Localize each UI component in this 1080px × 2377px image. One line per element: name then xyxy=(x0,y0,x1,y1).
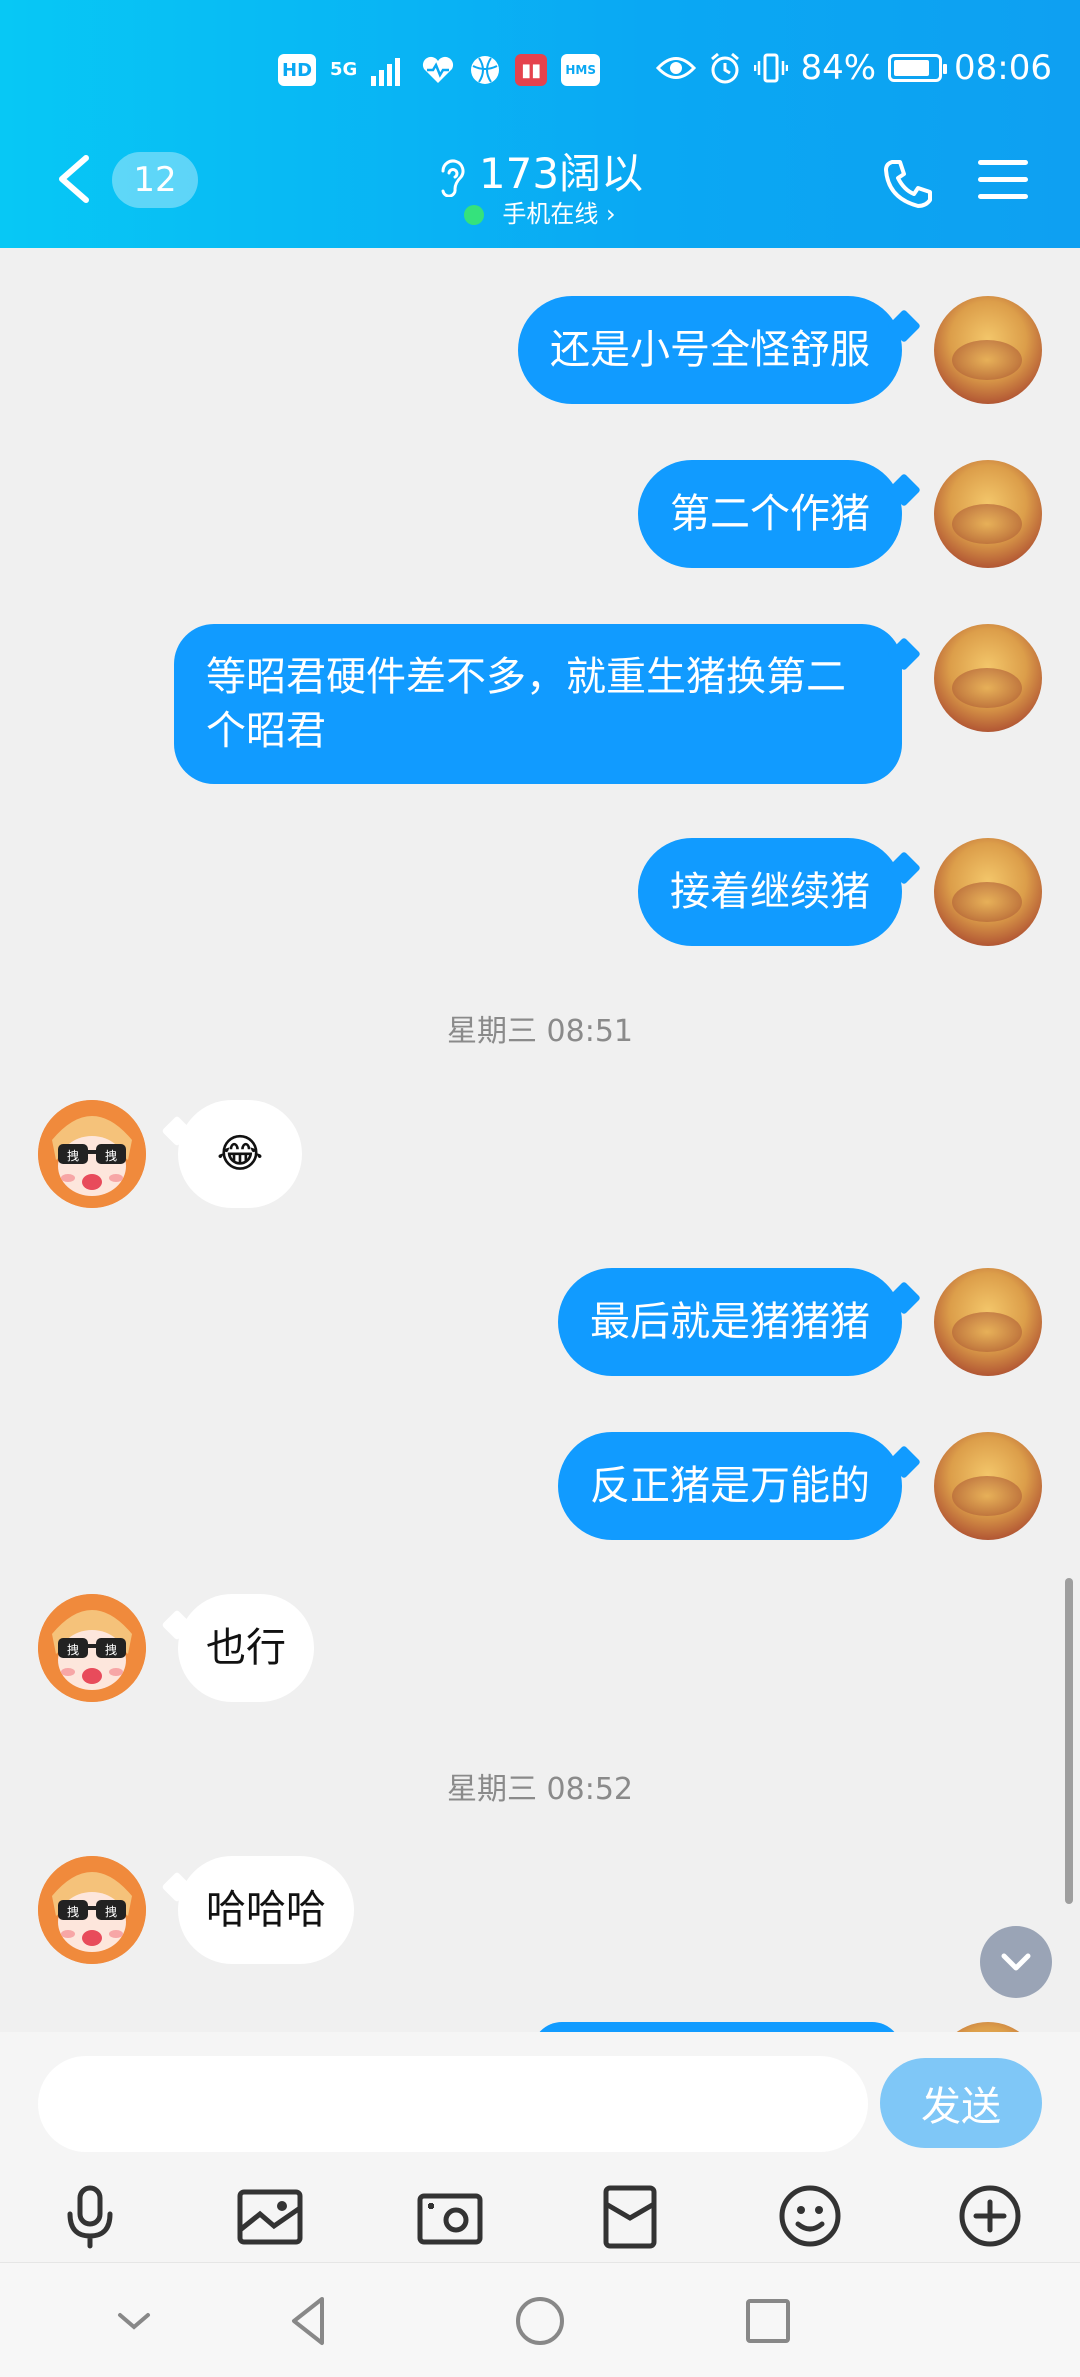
input-toolbar xyxy=(0,2180,1080,2252)
heart-rate-icon xyxy=(423,56,454,83)
message-timestamp: 星期三 08:52 xyxy=(447,1772,633,1807)
browser-icon xyxy=(471,56,500,84)
microphone-icon[interactable] xyxy=(54,2180,126,2252)
contact-avatar[interactable]: 拽 拽 xyxy=(38,1100,146,1208)
message-bubble-outgoing[interactable]: 接着继续猪 xyxy=(638,838,902,946)
message-bubble-outgoing-partial[interactable] xyxy=(532,2022,902,2032)
chat-scrollbar[interactable] xyxy=(1065,1578,1073,1904)
system-nav-bar xyxy=(0,2262,1080,2377)
cartoon-girl-avatar-art: 拽 拽 xyxy=(38,1100,146,1208)
clock: 08:06 xyxy=(954,48,1052,88)
hms-icon: HMS xyxy=(561,54,600,86)
my-avatar[interactable] xyxy=(934,1432,1042,1540)
svg-text:拽: 拽 xyxy=(105,1905,117,1919)
contact-avatar[interactable]: 拽 拽 xyxy=(38,1594,146,1702)
alarm-icon xyxy=(711,52,740,84)
5g-icon: 5G xyxy=(330,59,358,80)
my-avatar[interactable] xyxy=(934,624,1042,732)
send-button[interactable]: 发送 xyxy=(880,2058,1042,2148)
message-bubble-outgoing[interactable]: 反正猪是万能的 xyxy=(558,1432,902,1540)
message-bubble-outgoing[interactable]: 最后就是猪猪猪 xyxy=(558,1268,902,1376)
my-avatar[interactable] xyxy=(934,296,1042,404)
red-packet-icon[interactable] xyxy=(594,2180,666,2252)
message-input[interactable] xyxy=(38,2056,868,2152)
message-bubble-outgoing[interactable]: 等昭君硬件差不多，就重生猪换第二个昭君 xyxy=(174,624,902,784)
eye-comfort-icon xyxy=(656,57,697,79)
home-circle-icon[interactable] xyxy=(508,2289,572,2353)
svg-text:拽: 拽 xyxy=(105,1149,117,1163)
hd-icon: HD xyxy=(278,54,317,86)
camera-icon[interactable] xyxy=(414,2180,486,2252)
input-area: 发送 xyxy=(0,2032,1080,2262)
recents-square-icon[interactable] xyxy=(736,2289,800,2353)
my-avatar[interactable] xyxy=(934,2022,1042,2032)
message-timestamp: 星期三 08:51 xyxy=(447,1014,633,1049)
message-bubble-incoming[interactable]: 哈哈哈 xyxy=(178,1856,354,1964)
message-bubble-outgoing[interactable]: 还是小号全怪舒服 xyxy=(518,296,902,404)
book-app-icon: ▮▮ xyxy=(515,54,548,86)
chat-header: HD 5G ▮▮ HMS 84% 08:06 12 173阔以 手机在线 › xyxy=(0,0,1080,248)
my-avatar[interactable] xyxy=(934,460,1042,568)
chevron-down-icon xyxy=(1001,1953,1031,1971)
battery-percent: 84% xyxy=(800,48,877,88)
my-avatar[interactable] xyxy=(934,1268,1042,1376)
svg-text:拽: 拽 xyxy=(105,1643,117,1657)
message-bubble-outgoing[interactable]: 第二个作猪 xyxy=(638,460,902,568)
signal-icon xyxy=(371,58,401,86)
message-bubble-incoming[interactable]: 也行 xyxy=(178,1594,314,1702)
phone-icon[interactable] xyxy=(882,158,934,210)
emoji-icon[interactable] xyxy=(774,2180,846,2252)
online-dot xyxy=(464,205,485,225)
cartoon-girl-avatar-art: 拽 拽 xyxy=(38,1594,146,1702)
battery-icon xyxy=(888,54,948,82)
my-avatar[interactable] xyxy=(934,838,1042,946)
hide-keyboard-icon[interactable] xyxy=(102,2289,166,2353)
vibrate-icon xyxy=(754,53,789,83)
battery-fill xyxy=(894,60,930,76)
contact-name: 173阔以 xyxy=(478,149,644,198)
status-right: 84% 08:06 xyxy=(656,48,1052,88)
message-list[interactable]: 还是小号全怪舒服 第二个作猪 等昭君硬件差不多，就重生猪换第二个昭君 接着继续猪… xyxy=(0,248,1080,2032)
svg-text:拽: 拽 xyxy=(67,1905,79,1919)
cartoon-girl-avatar-art: 拽 拽 xyxy=(38,1856,146,1964)
back-triangle-icon[interactable] xyxy=(278,2289,342,2353)
svg-text:拽: 拽 xyxy=(67,1643,79,1657)
message-bubble-incoming[interactable]: 😂 xyxy=(178,1100,302,1208)
status-left-icons: HD 5G ▮▮ HMS xyxy=(278,54,600,86)
ear-icon xyxy=(441,159,465,197)
contact-avatar[interactable]: 拽 拽 xyxy=(38,1856,146,1964)
svg-text:拽: 拽 xyxy=(67,1149,79,1163)
scroll-to-bottom-button[interactable] xyxy=(980,1926,1052,1998)
plus-icon[interactable] xyxy=(954,2180,1026,2252)
image-icon[interactable] xyxy=(234,2180,306,2252)
online-status-text: 手机在线 › xyxy=(502,200,616,228)
menu-icon[interactable] xyxy=(978,158,1028,202)
status-bar: HD 5G ▮▮ HMS 84% 08:06 xyxy=(0,0,1080,150)
